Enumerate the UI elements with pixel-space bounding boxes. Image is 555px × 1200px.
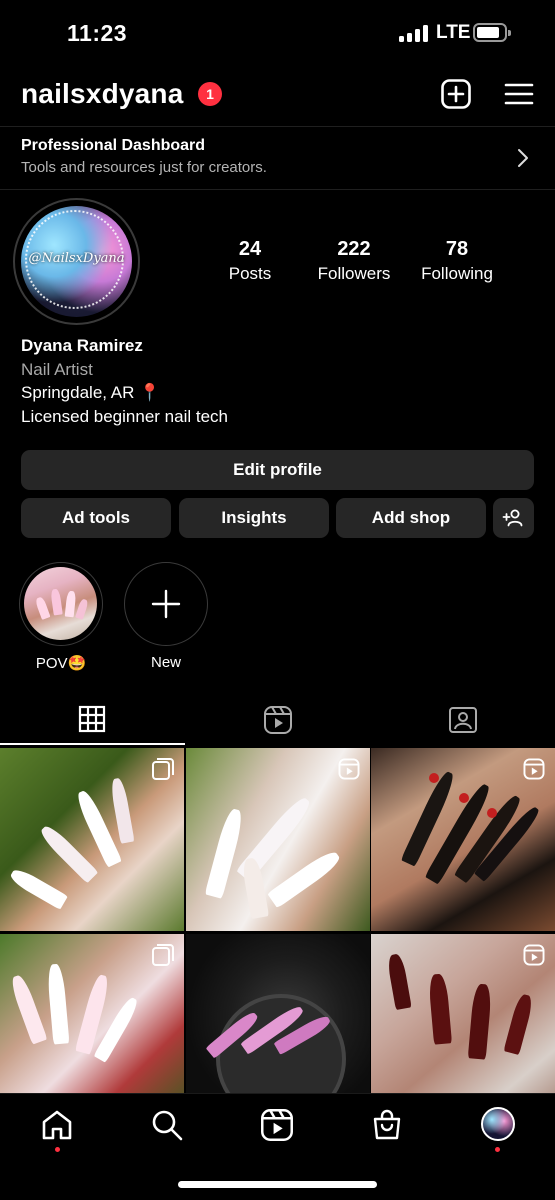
notification-badge[interactable]: 1 (198, 82, 222, 106)
profile-category: Nail Artist (21, 360, 93, 379)
add-shop-button[interactable]: Add shop (336, 498, 486, 538)
profile-bio: Licensed beginner nail tech (21, 407, 228, 426)
profile-username[interactable]: nailsxdyana (21, 78, 184, 110)
battery-icon (473, 23, 511, 42)
display-name: Dyana Ramirez (21, 336, 143, 355)
status-bar: 11:23 LTE (0, 0, 555, 66)
post-thumbnail[interactable] (371, 748, 555, 931)
post-thumbnail[interactable] (186, 748, 370, 931)
highlight-pov[interactable]: POV🤩 (19, 562, 103, 672)
tagged-icon (449, 707, 477, 733)
professional-dashboard[interactable]: Professional Dashboard Tools and resourc… (0, 126, 555, 190)
stat-followers[interactable]: 222 Followers (294, 238, 414, 284)
tab-reels[interactable] (185, 697, 370, 745)
tab-tagged[interactable] (370, 697, 555, 745)
nav-shop[interactable] (370, 1108, 406, 1144)
nav-search[interactable] (150, 1108, 186, 1144)
plus-square-icon (441, 79, 471, 109)
nav-profile-avatar[interactable] (481, 1107, 515, 1141)
post-thumbnail[interactable] (371, 934, 555, 1117)
search-icon (152, 1110, 183, 1141)
ad-tools-button[interactable]: Ad tools (21, 498, 171, 538)
reel-icon (523, 944, 545, 966)
discover-people-button[interactable] (493, 498, 534, 538)
edit-profile-button[interactable]: Edit profile (21, 450, 534, 490)
dashboard-title: Professional Dashboard (21, 137, 206, 154)
hamburger-menu-icon (504, 83, 534, 105)
profile-tabs (0, 697, 555, 747)
tab-posts-grid[interactable] (0, 697, 185, 745)
add-person-icon (502, 509, 523, 527)
highlight-label: New (150, 654, 181, 671)
menu-button[interactable] (503, 78, 535, 110)
highlight-thumbnail (24, 567, 97, 640)
carousel-icon (152, 758, 174, 780)
shop-icon (373, 1109, 401, 1140)
avatar-logo-text: @NailsxDyana (28, 251, 125, 266)
insights-button[interactable]: Insights (179, 498, 329, 538)
dashboard-subtitle: Tools and resources just for creators. (21, 159, 267, 176)
stat-posts[interactable]: 24 Posts (190, 238, 310, 284)
profile-header: nailsxdyana 1 (0, 70, 555, 120)
reels-icon (261, 1109, 293, 1141)
plus-icon (151, 589, 181, 619)
chevron-right-icon (518, 149, 528, 167)
grid-icon (78, 705, 106, 733)
status-time: 11:23 (67, 20, 128, 46)
stat-following[interactable]: 78 Following (397, 238, 517, 284)
reel-icon (338, 758, 360, 780)
cell-signal-icon (399, 25, 429, 42)
nav-reels[interactable] (260, 1108, 296, 1144)
carousel-icon (152, 944, 174, 966)
nav-home[interactable] (40, 1108, 76, 1144)
home-icon (42, 1110, 72, 1140)
post-thumbnail[interactable] (0, 748, 184, 931)
highlight-label: POV🤩 (35, 655, 87, 672)
highlight-new[interactable]: New (124, 562, 208, 671)
profile-avatar[interactable]: @NailsxDyana (13, 198, 140, 325)
pin-icon: 📍 (139, 383, 161, 402)
post-thumbnail[interactable] (186, 934, 370, 1117)
home-indicator (178, 1181, 377, 1188)
post-thumbnail[interactable] (0, 934, 184, 1117)
reel-icon (523, 758, 545, 780)
profile-location: Springdale, AR 📍 (21, 383, 161, 402)
reels-icon (264, 706, 292, 734)
create-post-button[interactable] (440, 78, 472, 110)
network-type: LTE (436, 22, 471, 43)
